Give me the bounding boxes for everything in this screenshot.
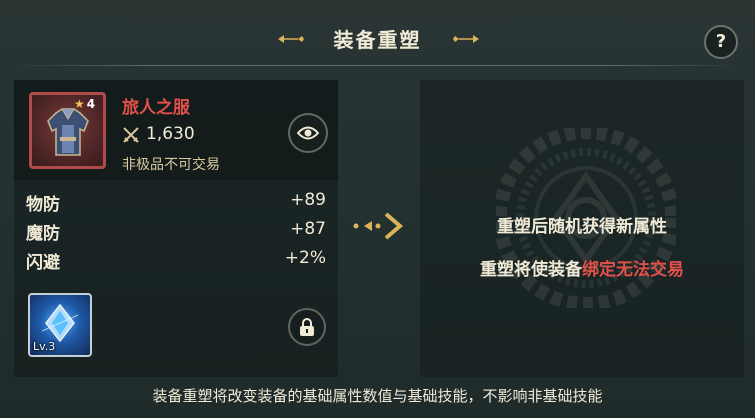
star-icon: ★ [74,97,85,111]
skill-level: Lv.3 [33,340,56,353]
stat-row: 闪避 +2% [14,246,338,274]
star-count: 4 [86,97,96,111]
item-name: 旅人之服 [122,98,190,118]
result-line-1: 重塑后随机获得新属性 [497,217,667,237]
view-details-button[interactable] [288,113,328,153]
result-line-2-prefix: 重塑将使装备 [480,260,582,280]
help-icon: ? [715,31,727,52]
result-line-2: 重塑将使装备绑定无法交易 [420,255,744,280]
armor-icon [47,108,89,156]
stat-row: 物防 +89 [14,188,338,216]
power-value: 1,630 [146,124,195,144]
skill-slot[interactable]: Lv.3 [28,293,92,357]
stat-name: 魔防 [26,224,60,244]
skill-crystal-icon [41,303,79,343]
star-badge: ★ 4 [74,97,95,111]
stat-name: 闪避 [26,253,60,273]
stat-name: 物防 [26,195,60,215]
footer-note: 装备重塑将改变装备的基础属性数值与基础技能，不影响非基础技能 [152,387,603,405]
sword-icon [123,127,139,143]
header: 装备重塑 ? [0,0,755,70]
stat-value: +2% [284,248,326,268]
header-divider [12,65,743,66]
lock-button[interactable] [288,308,326,346]
trade-note: 非极品不可交易 [122,157,220,173]
stat-row: 魔防 +87 [14,217,338,245]
bind-warning: 绑定无法交易 [582,260,684,280]
lock-icon [300,318,314,336]
ornament-right-icon [453,35,479,43]
stat-value: +89 [290,190,326,210]
double-arrow-icon [353,212,404,240]
stat-value: +87 [290,219,326,239]
eye-icon [297,126,319,140]
help-button[interactable]: ? [704,25,738,59]
page-title: 装备重塑 [333,28,422,52]
